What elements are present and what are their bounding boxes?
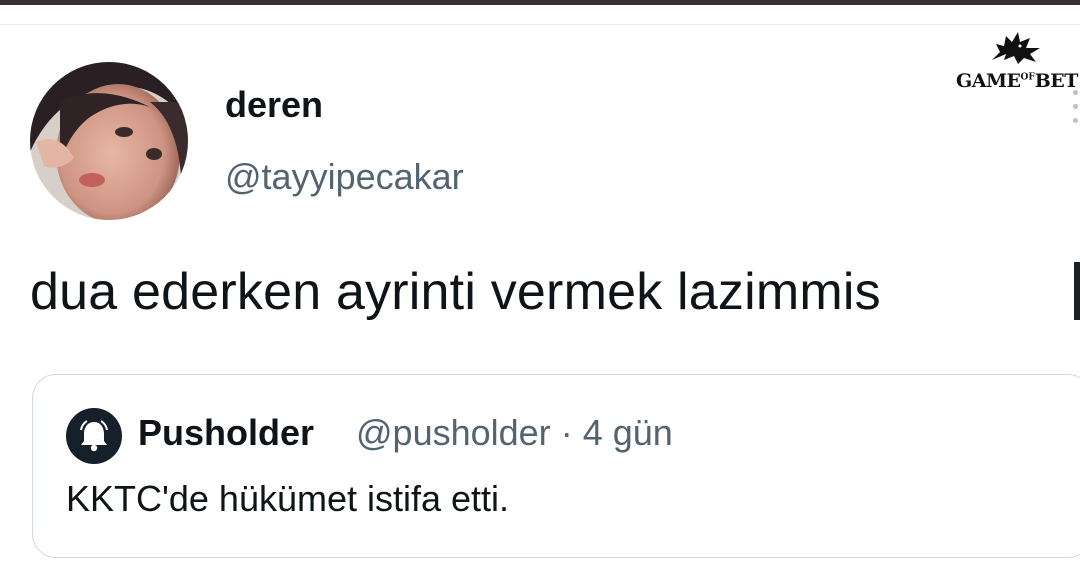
gameofbet-watermark: GAMEOFBET: [952, 30, 1078, 94]
top-divider: [0, 24, 1080, 25]
display-name[interactable]: deren: [225, 84, 323, 126]
user-avatar[interactable]: [30, 62, 188, 220]
quoted-tweet-text: KKTC'de hükümet istifa etti.: [66, 478, 510, 519]
quoted-tweet-card[interactable]: [32, 374, 1080, 558]
user-handle[interactable]: @tayyipecakar: [225, 156, 464, 198]
edge-artifact: [1074, 262, 1080, 320]
more-icon[interactable]: [1070, 88, 1080, 128]
bell-icon: [80, 420, 108, 452]
quoted-handle[interactable]: @pusholder: [356, 412, 551, 453]
watermark-text: GAMEOFBET: [956, 70, 1078, 92]
quoted-avatar[interactable]: [66, 408, 122, 464]
meta-separator: ·: [560, 412, 573, 453]
top-edge-bar: [0, 0, 1080, 5]
quoted-meta: @pusholder · 4 gün: [356, 412, 673, 454]
quoted-display-name[interactable]: Pusholder: [138, 412, 314, 454]
tweet-text: dua ederken ayrinti vermek lazimmis: [30, 263, 881, 321]
wolf-crest-icon: [992, 32, 1040, 64]
quoted-time[interactable]: 4 gün: [583, 412, 673, 453]
